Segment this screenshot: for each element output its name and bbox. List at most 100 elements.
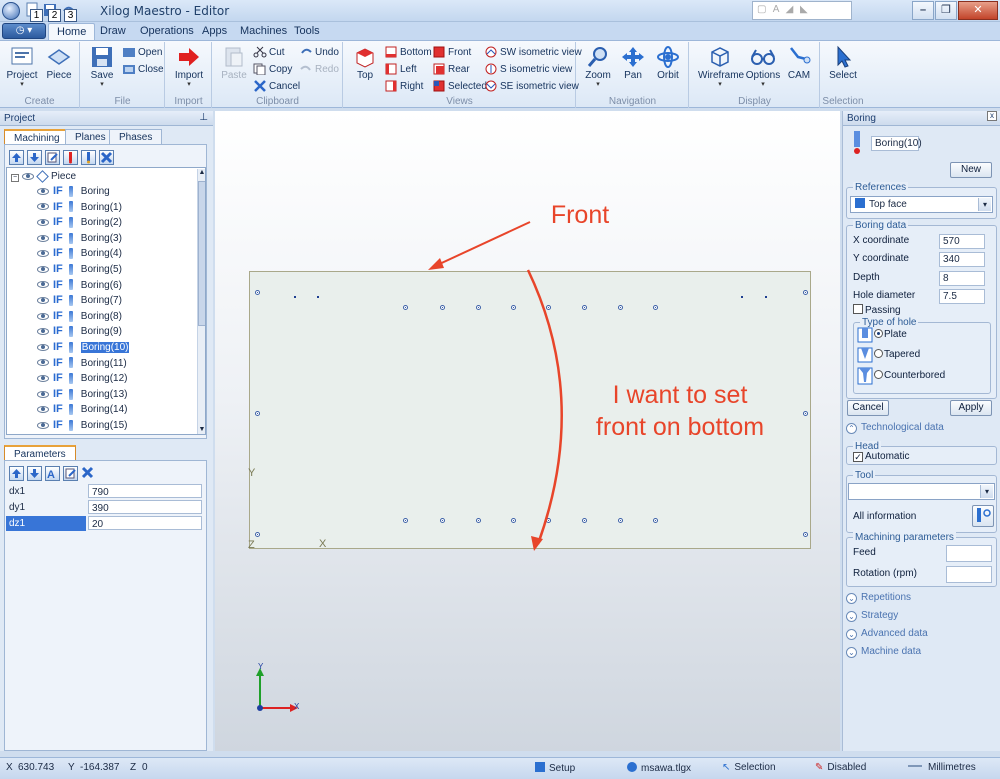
tab-apps[interactable]: Apps	[194, 23, 235, 40]
visibility-eye-icon[interactable]	[37, 390, 49, 398]
tab-machining[interactable]: Machining	[4, 129, 70, 144]
zoom-button[interactable]: Zoom ▾	[579, 45, 617, 93]
visibility-eye-icon[interactable]	[22, 172, 34, 180]
tab-phases[interactable]: Phases	[109, 129, 163, 144]
hole-marker[interactable]	[255, 532, 260, 537]
param-up-icon[interactable]	[9, 466, 24, 481]
radio-counterbored-icon[interactable]	[874, 370, 883, 379]
minimize-button[interactable]: –	[912, 1, 934, 20]
type-plate-radio[interactable]: Plate	[874, 328, 907, 342]
tab-draw[interactable]: Draw	[92, 23, 134, 40]
close-file-button[interactable]: Close	[122, 62, 164, 78]
s-isometric-button[interactable]: S isometric view	[484, 62, 572, 78]
status-file[interactable]: msawa.tlgx	[627, 762, 691, 774]
restore-button[interactable]: ❐	[935, 1, 957, 20]
automatic-check-icon[interactable]: ✓	[853, 452, 863, 462]
redo-button[interactable]: Redo	[299, 62, 339, 78]
app-orb-icon[interactable]	[2, 2, 20, 20]
visibility-eye-icon[interactable]	[37, 281, 49, 289]
left-view-button[interactable]: Left	[384, 62, 417, 78]
visibility-eye-icon[interactable]	[37, 312, 49, 320]
collapse-icon[interactable]: −	[11, 174, 19, 182]
visibility-eye-icon[interactable]	[37, 187, 49, 195]
wireframe-button[interactable]: Wireframe ▾	[698, 45, 744, 93]
undo-button[interactable]: Undo	[299, 45, 339, 61]
tree-item[interactable]: IF Boring(9)	[37, 324, 122, 339]
quick-access-key-3[interactable]: 3	[64, 9, 77, 22]
edit-parameter-icon[interactable]	[63, 466, 78, 481]
tree-item[interactable]: IF Boring(10)	[37, 340, 130, 355]
hole-marker[interactable]	[255, 411, 260, 416]
scroll-up-arrow-icon[interactable]: ▲	[198, 169, 205, 178]
add-parameter-icon[interactable]: A	[45, 466, 60, 481]
tree-root[interactable]: − Piece	[11, 169, 76, 184]
quick-access-key-2[interactable]: 2	[48, 9, 61, 22]
cut-button[interactable]: Cut	[253, 45, 285, 61]
tab-home[interactable]: Home	[48, 23, 96, 40]
status-units[interactable]: Millimetres	[908, 762, 976, 773]
tree-item[interactable]: IF Boring(2)	[37, 215, 122, 230]
hole-marker[interactable]	[803, 290, 808, 295]
hole-diameter-field[interactable]: 7.5	[939, 289, 985, 304]
sw-isometric-button[interactable]: SW isometric view	[484, 45, 582, 61]
reference-dropdown[interactable]: Top face ▾	[850, 196, 993, 213]
rear-view-button[interactable]: Rear	[432, 62, 470, 78]
hole-marker[interactable]	[255, 290, 260, 295]
tree-item[interactable]: IF Boring(1)	[37, 200, 122, 215]
tree-item[interactable]: IF Boring(6)	[37, 278, 122, 293]
visibility-eye-icon[interactable]	[37, 421, 49, 429]
advanced-data-expander[interactable]: ⌄ Advanced data	[843, 626, 928, 642]
new-button[interactable]: New	[950, 162, 992, 178]
bottom-view-button[interactable]: Bottom	[384, 45, 432, 61]
chevron-down-icon[interactable]: ▾	[980, 485, 993, 498]
selected-view-button[interactable]: Selected	[432, 79, 487, 95]
param-value-field[interactable]: 20	[88, 516, 202, 530]
tree-item[interactable]: IF Boring(11)	[37, 356, 127, 371]
piece-button[interactable]: Piece	[40, 45, 78, 93]
visibility-eye-icon[interactable]	[37, 406, 49, 414]
orbit-button[interactable]: Orbit	[649, 45, 687, 93]
tool-dropdown[interactable]: ▾	[848, 483, 995, 500]
se-isometric-button[interactable]: SE isometric view	[484, 79, 579, 95]
hole-marker[interactable]	[803, 411, 808, 416]
tool-info-button[interactable]	[972, 505, 994, 527]
close-panel-icon[interactable]: x	[987, 111, 997, 121]
visibility-eye-icon[interactable]	[37, 203, 49, 211]
delete-parameter-icon[interactable]	[81, 466, 96, 481]
visibility-eye-icon[interactable]	[37, 375, 49, 383]
status-disabled[interactable]: ✎ Disabled	[815, 762, 866, 773]
hole-marker[interactable]	[803, 532, 808, 537]
title-search-box[interactable]: ▢ A ◢ ◣	[752, 1, 852, 20]
tree-item[interactable]: IF Boring(3)	[37, 231, 122, 246]
delete-item-icon[interactable]	[99, 150, 114, 165]
visibility-eye-icon[interactable]	[37, 328, 49, 336]
repetitions-expander[interactable]: ⌄ Repetitions	[843, 590, 911, 606]
radio-plate-icon[interactable]	[874, 329, 883, 338]
passing-checkbox[interactable]: Passing	[853, 304, 901, 318]
visibility-eye-icon[interactable]	[37, 297, 49, 305]
pan-button[interactable]: Pan	[614, 45, 652, 93]
edit-item-icon[interactable]	[45, 150, 60, 165]
hole-marker[interactable]	[618, 518, 623, 523]
save-button[interactable]: Save ▾	[83, 45, 121, 93]
status-selection[interactable]: ↖ Selection	[722, 762, 776, 773]
scroll-thumb[interactable]	[198, 181, 205, 326]
x-coordinate-field[interactable]: 570	[939, 234, 985, 249]
open-button[interactable]: Open	[122, 45, 162, 61]
tree-item[interactable]: IF Boring(4)	[37, 246, 122, 261]
quick-access-key-1[interactable]: 1	[30, 9, 43, 22]
param-value-field[interactable]: 790	[88, 484, 202, 498]
right-view-button[interactable]: Right	[384, 79, 423, 95]
pin-icon[interactable]: ⊥	[199, 112, 208, 123]
top-view-button[interactable]: Top	[346, 45, 384, 93]
machine-data-expander[interactable]: ⌄ Machine data	[843, 644, 921, 660]
type-counterbored-radio[interactable]: Counterbored	[874, 369, 945, 383]
close-window-button[interactable]: ✕	[958, 1, 998, 20]
tab-operations[interactable]: Operations	[132, 23, 202, 40]
tab-tools[interactable]: Tools	[286, 23, 328, 40]
tree-item[interactable]: IF Boring	[37, 184, 110, 199]
apply-button[interactable]: Apply	[950, 400, 992, 416]
tree-item[interactable]: IF Boring(15)	[37, 418, 127, 433]
visibility-eye-icon[interactable]	[37, 250, 49, 258]
small-hole-dot[interactable]	[294, 296, 296, 298]
